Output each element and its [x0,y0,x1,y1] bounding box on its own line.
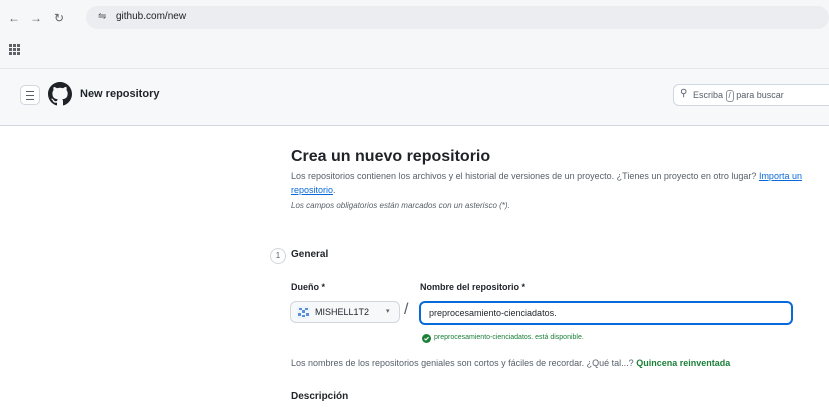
description-label: Descripción [291,391,349,402]
section-title-general: General [291,249,329,260]
intro-description: Los repositorios contienen los archivos … [291,171,757,181]
back-arrow-icon[interactable]: ← [8,11,20,25]
header-title: New repository [80,88,160,100]
apps-grid-icon[interactable] [9,44,20,55]
suggested-name-link[interactable]: Quincena reinventada [636,358,730,368]
repo-name-label: Nombre del repositorio * [420,282,526,292]
availability-message: preprocesamiento-cienciadatos. está disp… [434,334,584,341]
search-placeholder-end: para buscar [736,90,784,100]
browser-toolbar: ← → ↻ ⇋ github.com/new [0,0,829,69]
repo-name-input[interactable] [419,301,793,325]
site-settings-icon[interactable]: ⇋ [98,11,106,22]
url-text: github.com/new [116,11,187,22]
search-shortcut-key: / [725,90,734,102]
page-title: Crea un nuevo repositorio [291,148,491,165]
check-circle-icon [422,334,431,343]
required-fields-note: Los campos obligatorios están marcados c… [291,201,510,210]
intro-text: Los repositorios contienen los archivos … [291,171,802,195]
github-header: New repository ⚲ Escriba / para buscar [0,69,829,126]
owner-label: Dueño * [291,282,326,292]
step-number-badge: 1 [270,248,286,264]
hamburger-menu-button[interactable] [20,85,40,105]
reload-icon[interactable]: ↻ [54,11,64,25]
chevron-down-icon: ▾ [386,308,390,315]
search-input[interactable]: ⚲ Escriba / para buscar [673,84,829,106]
address-bar[interactable]: ⇋ github.com/new [86,6,829,29]
forward-arrow-icon[interactable]: → [30,11,42,25]
search-icon: ⚲ [680,88,688,99]
github-logo-icon[interactable] [48,82,72,106]
owner-name: MISHELL1T2 [315,307,370,317]
owner-dropdown[interactable]: MISHELL1T2 ▾ [290,301,400,323]
owner-repo-separator: / [404,301,409,318]
search-placeholder-start: Escriba [693,90,724,100]
tip-text: Los nombres de los repositorios geniales… [291,358,634,368]
owner-avatar-icon [297,306,310,319]
name-suggestion-tip: Los nombres de los repositorios geniales… [291,358,730,368]
